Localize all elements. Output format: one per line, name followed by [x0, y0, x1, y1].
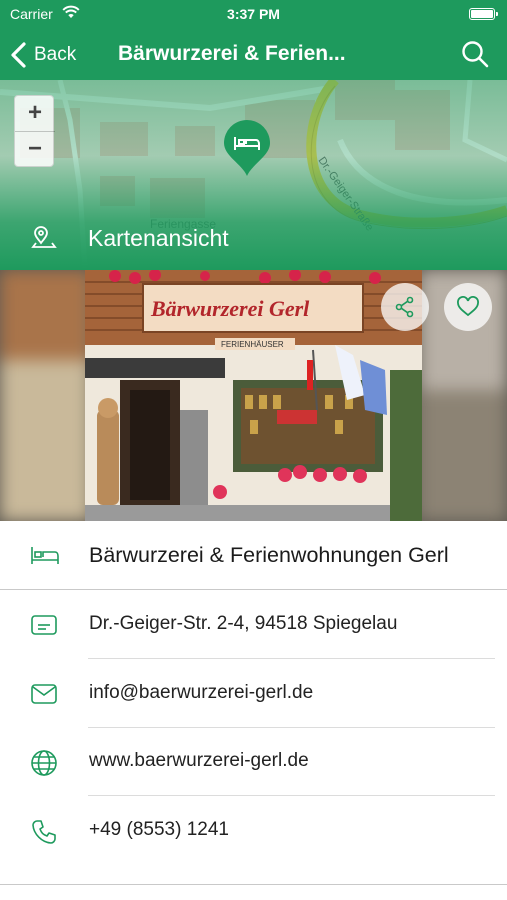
shop-sign-text: Bärwurzerei Gerl: [150, 296, 310, 321]
location-pin-icon: [30, 225, 58, 258]
website-row[interactable]: www.baerwurzerei-gerl.de: [0, 728, 507, 796]
photo-gallery[interactable]: Bärwurzerei Gerl FERIENHÄUSER: [0, 270, 507, 521]
bed-pin-icon[interactable]: [222, 120, 272, 183]
address-text: Dr.-Geiger-Str. 2-4, 94518 Spiegelau: [89, 613, 398, 634]
search-button[interactable]: [459, 38, 491, 70]
zoom-in-button[interactable]: +: [15, 96, 55, 132]
navigation-bar: Back Bärwurzerei & Ferien...: [0, 30, 507, 80]
map-view-button[interactable]: Kartenansicht: [0, 210, 507, 268]
email-row[interactable]: info@baerwurzerei-gerl.de: [0, 660, 507, 728]
heart-icon: [457, 296, 479, 317]
zoom-out-button[interactable]: −: [15, 132, 55, 168]
page-title: Bärwurzerei & Ferien...: [118, 42, 346, 65]
shop-facade-photo: Bärwurzerei Gerl FERIENHÄUSER: [85, 270, 422, 521]
phone-icon: [30, 818, 58, 851]
divider: [88, 658, 495, 659]
zoom-controls: + −: [14, 95, 55, 168]
accommodation-name-row: Bärwurzerei & Ferienwohnungen Gerl: [0, 522, 507, 590]
bed-icon: [30, 544, 60, 571]
share-button[interactable]: [381, 283, 429, 331]
email-link[interactable]: info@baerwurzerei-gerl.de: [89, 682, 313, 704]
phone-link[interactable]: +49 (8553) 1241: [89, 819, 229, 841]
battery-icon: [469, 8, 498, 20]
status-bar: Carrier 3:37 PM: [0, 0, 507, 30]
divider: [0, 884, 507, 885]
envelope-icon: [30, 681, 58, 712]
accommodation-name: Bärwurzerei & Ferienwohnungen Gerl: [89, 543, 449, 567]
favorite-button[interactable]: [444, 283, 492, 331]
phone-row[interactable]: +49 (8553) 1241: [0, 797, 507, 865]
search-icon: [462, 41, 489, 68]
chevron-left-icon: [11, 42, 26, 68]
back-button[interactable]: Back: [8, 38, 76, 72]
address-row[interactable]: Dr.-Geiger-Str. 2-4, 94518 Spiegelau: [0, 591, 507, 659]
divider: [88, 795, 495, 796]
back-label: Back: [34, 44, 77, 65]
shop-sub-sign: FERIENHÄUSER: [221, 340, 284, 349]
globe-icon: [30, 749, 58, 782]
share-icon: [395, 296, 414, 318]
website-link[interactable]: www.baerwurzerei-gerl.de: [89, 750, 309, 772]
map-view-label: Kartenansicht: [88, 225, 229, 251]
status-time: 3:37 PM: [227, 6, 280, 22]
address-card-icon: [30, 612, 58, 643]
